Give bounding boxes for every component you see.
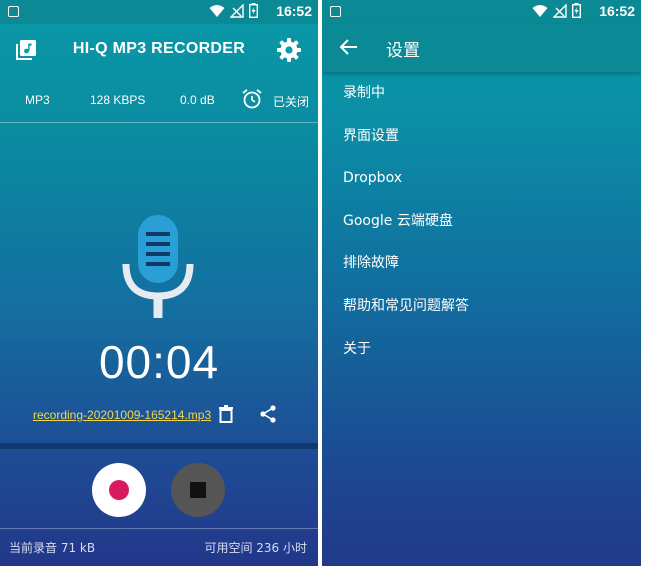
status-time: 16:52: [276, 3, 312, 19]
back-arrow-icon[interactable]: [339, 37, 359, 57]
timer-status-label[interactable]: 已关闭: [273, 93, 309, 110]
menu-item-troubleshooting[interactable]: 排除故障: [322, 242, 641, 285]
battery-charging-icon: [572, 3, 581, 18]
menu-item-google-drive[interactable]: Google 云端硬盘: [322, 200, 641, 243]
menu-item-help-faq[interactable]: 帮助和常见问题解答: [322, 285, 641, 328]
status-icons: [209, 3, 258, 18]
app-bar: HI-Q MP3 RECORDER: [0, 24, 318, 76]
page-title: 设置: [386, 41, 420, 61]
trash-icon[interactable]: [219, 405, 233, 423]
record-button[interactable]: [92, 463, 146, 517]
share-icon[interactable]: [259, 405, 277, 423]
microphone-icon[interactable]: [122, 212, 194, 320]
recorder-screen: 16:52 HI-Q MP3 RECORDER MP3 128 KBPS 0.0…: [0, 0, 318, 566]
format-label[interactable]: MP3: [25, 93, 50, 107]
status-bar: 16:52: [322, 0, 641, 24]
bitrate-label[interactable]: 128 KBPS: [90, 93, 145, 107]
recording-file-link[interactable]: recording-20201009-165214.mp3: [33, 408, 211, 422]
no-signal-icon: [553, 3, 567, 18]
no-signal-icon: [230, 3, 244, 18]
footer-divider: [0, 528, 318, 529]
wifi-icon: [209, 4, 225, 17]
stop-icon: [190, 482, 206, 498]
settings-menu: 录制中 界面设置 Dropbox Google 云端硬盘 排除故障 帮助和常见问…: [322, 72, 641, 370]
stop-button[interactable]: [171, 463, 225, 517]
controls-divider: [0, 443, 318, 449]
menu-item-dropbox[interactable]: Dropbox: [322, 157, 641, 200]
status-icons: [532, 3, 581, 18]
elapsed-time: 00:04: [98, 336, 220, 388]
app-title: HI-Q MP3 RECORDER: [72, 40, 246, 57]
menu-item-interface[interactable]: 界面设置: [322, 115, 641, 158]
wifi-icon: [532, 4, 548, 17]
settings-screen: 16:52 设置 录制中 界面设置 Dropbox Google 云端硬盘 排除…: [322, 0, 641, 566]
gain-label[interactable]: 0.0 dB: [180, 93, 215, 107]
settings-app-bar: 设置: [322, 24, 641, 72]
menu-item-about[interactable]: 关于: [322, 328, 641, 371]
status-bar: 16:52: [0, 0, 318, 24]
record-icon: [109, 480, 129, 500]
image-notification-icon: [8, 6, 19, 17]
recording-settings-row: MP3 128 KBPS 0.0 dB 已关闭: [0, 76, 318, 123]
menu-item-recording[interactable]: 录制中: [322, 72, 641, 115]
battery-charging-icon: [249, 3, 258, 18]
gear-icon[interactable]: [276, 37, 302, 63]
image-notification-icon: [330, 6, 341, 17]
free-space: 可用空间 236 小时: [204, 541, 307, 555]
status-time: 16:52: [599, 3, 635, 19]
current-recording-size: 当前录音 71 kB: [9, 541, 96, 555]
alarm-clock-icon[interactable]: [241, 88, 263, 110]
